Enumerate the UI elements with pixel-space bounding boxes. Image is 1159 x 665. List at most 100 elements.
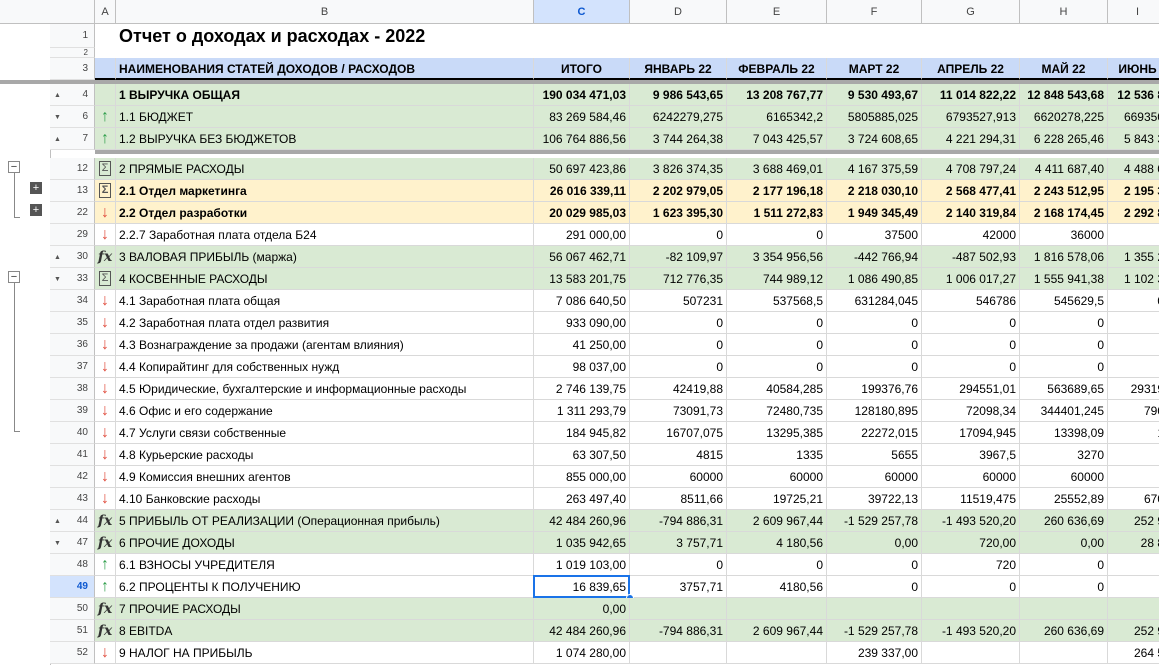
header-cell-c[interactable]: ИТОГО	[534, 58, 630, 80]
value-cell[interactable]: 0	[727, 334, 827, 356]
value-cell[interactable]: 0,00	[1020, 532, 1108, 554]
value-cell[interactable]: 4180,56	[727, 576, 827, 598]
value-cell[interactable]: 1 019 103,00	[534, 554, 630, 576]
value-cell[interactable]: 6165342,2	[727, 106, 827, 128]
row-header-44[interactable]: 44 ▲	[50, 510, 95, 532]
row-header-40[interactable]: 40	[50, 422, 95, 444]
row-header-12[interactable]: 12	[50, 158, 95, 180]
value-cell[interactable]: 744 989,12	[727, 268, 827, 290]
row-header-33[interactable]: 33 ▼	[50, 268, 95, 290]
value-cell[interactable]: 13295,385	[727, 422, 827, 444]
value-cell[interactable]: 1 555 941,38	[1020, 268, 1108, 290]
column-header-h[interactable]: H	[1020, 0, 1108, 24]
row-header-1[interactable]: 1	[50, 24, 95, 48]
header-cell-b[interactable]: НАИМЕНОВАНИЯ СТАТЕЙ ДОХОДОВ / РАСХОДОВ	[116, 58, 534, 80]
value-cell[interactable]: 0	[727, 312, 827, 334]
value-cell[interactable]: 252 9	[1108, 510, 1159, 532]
value-cell[interactable]: -82 109,97	[630, 246, 727, 268]
value-cell[interactable]: 0	[1020, 576, 1108, 598]
value-cell[interactable]: 3967,5	[922, 444, 1020, 466]
value-cell[interactable]: 26 016 339,11	[534, 180, 630, 202]
value-cell[interactable]: 3 354 956,56	[727, 246, 827, 268]
row-header-2[interactable]: 2	[50, 48, 95, 58]
row-header-43[interactable]: 43	[50, 488, 95, 510]
value-cell[interactable]	[827, 598, 922, 620]
item-label[interactable]: 4.6 Офис и его содержание	[116, 400, 534, 422]
value-cell[interactable]	[1020, 642, 1108, 664]
value-cell[interactable]: 28 8	[1108, 532, 1159, 554]
value-cell[interactable]: 720,00	[922, 532, 1020, 554]
item-label[interactable]: 2.1 Отдел маркетинга	[116, 180, 534, 202]
item-label[interactable]: 4.4 Копирайтинг для собственных нужд	[116, 356, 534, 378]
row-header-51[interactable]: 51	[50, 620, 95, 642]
row-header-47[interactable]: 47 ▼	[50, 532, 95, 554]
item-label[interactable]: 3 ВАЛОВАЯ ПРИБЫЛЬ (маржа)	[116, 246, 534, 268]
value-cell[interactable]	[1108, 576, 1159, 598]
value-cell[interactable]: 0	[1020, 312, 1108, 334]
value-cell[interactable]	[1108, 312, 1159, 334]
value-cell[interactable]	[1108, 554, 1159, 576]
value-cell[interactable]: 0	[827, 576, 922, 598]
value-cell[interactable]: 0	[922, 576, 1020, 598]
header-cell-d[interactable]: ЯНВАРЬ 22	[630, 58, 727, 80]
value-cell[interactable]: 0,00	[827, 532, 922, 554]
value-cell[interactable]	[1108, 598, 1159, 620]
value-cell[interactable]: 1 086 490,85	[827, 268, 922, 290]
value-cell[interactable]: 294551,01	[922, 378, 1020, 400]
item-label[interactable]: 6.2 ПРОЦЕНТЫ К ПОЛУЧЕНИЮ	[116, 576, 534, 598]
value-cell[interactable]: -1 529 257,78	[827, 620, 922, 642]
value-cell[interactable]: 4 488 0	[1108, 158, 1159, 180]
row-header-29[interactable]: 29	[50, 224, 95, 246]
value-cell[interactable]: 9 530 493,67	[827, 84, 922, 106]
row-header-52[interactable]: 52	[50, 642, 95, 664]
value-cell[interactable]: 13 583 201,75	[534, 268, 630, 290]
item-label[interactable]: 4.3 Вознаграждение за продажи (агентам в…	[116, 334, 534, 356]
value-cell[interactable]: 5655	[827, 444, 922, 466]
value-cell[interactable]: 563689,65	[1020, 378, 1108, 400]
value-cell[interactable]: 3 744 264,38	[630, 128, 727, 150]
item-label[interactable]: 2.2.7 Заработная плата отдела Б24	[116, 224, 534, 246]
row-header-41[interactable]: 41	[50, 444, 95, 466]
value-cell[interactable]	[727, 598, 827, 620]
value-cell[interactable]: 0	[1108, 290, 1159, 312]
column-header-d[interactable]: D	[630, 0, 727, 24]
row-header-36[interactable]: 36	[50, 334, 95, 356]
column-header-e[interactable]: E	[727, 0, 827, 24]
value-cell[interactable]	[922, 642, 1020, 664]
value-cell[interactable]: 6793527,913	[922, 106, 1020, 128]
item-label[interactable]: 8 EBITDA	[116, 620, 534, 642]
value-cell[interactable]: 0	[827, 356, 922, 378]
group-toggle-icon[interactable]: ▼	[54, 533, 61, 555]
value-cell[interactable]: 2 568 477,41	[922, 180, 1020, 202]
value-cell[interactable]	[1020, 598, 1108, 620]
item-label[interactable]: 1.2 ВЫРУЧКА БЕЗ БЮДЖЕТОВ	[116, 128, 534, 150]
item-label[interactable]: 4.9 Комиссия внешних агентов	[116, 466, 534, 488]
value-cell[interactable]: 933 090,00	[534, 312, 630, 334]
value-cell[interactable]: 184 945,82	[534, 422, 630, 444]
row-header-39[interactable]: 39	[50, 400, 95, 422]
item-label[interactable]: 1 ВЫРУЧКА ОБЩАЯ	[116, 84, 534, 106]
value-cell[interactable]: 252 9	[1108, 620, 1159, 642]
value-cell[interactable]: 128180,895	[827, 400, 922, 422]
value-cell[interactable]: 4815	[630, 444, 727, 466]
row-header-3[interactable]: 3	[50, 58, 95, 80]
value-cell[interactable]: 0	[827, 312, 922, 334]
value-cell[interactable]: 1 355 2	[1108, 246, 1159, 268]
column-header-c[interactable]: C	[534, 0, 630, 24]
value-cell[interactable]: -1 493 520,20	[922, 620, 1020, 642]
header-cell-f[interactable]: МАРТ 22	[827, 58, 922, 80]
header-cell-e[interactable]: ФЕВРАЛЬ 22	[727, 58, 827, 80]
header-cell-a[interactable]	[95, 58, 116, 80]
row-header-37[interactable]: 37	[50, 356, 95, 378]
item-label[interactable]: 7 ПРОЧИЕ РАСХОДЫ	[116, 598, 534, 620]
value-cell[interactable]: 1 006 017,27	[922, 268, 1020, 290]
value-cell[interactable]: 1 623 395,30	[630, 202, 727, 224]
value-cell[interactable]: 6620278,225	[1020, 106, 1108, 128]
value-cell[interactable]: 72480,735	[727, 400, 827, 422]
value-cell[interactable]: 6242279,275	[630, 106, 727, 128]
header-cell-i[interactable]: ИЮНЬ	[1108, 58, 1159, 80]
value-cell[interactable]: 60000	[630, 466, 727, 488]
value-cell[interactable]: 20 029 985,03	[534, 202, 630, 224]
value-cell[interactable]: 1 102 3	[1108, 268, 1159, 290]
value-cell[interactable]: 670	[1108, 488, 1159, 510]
